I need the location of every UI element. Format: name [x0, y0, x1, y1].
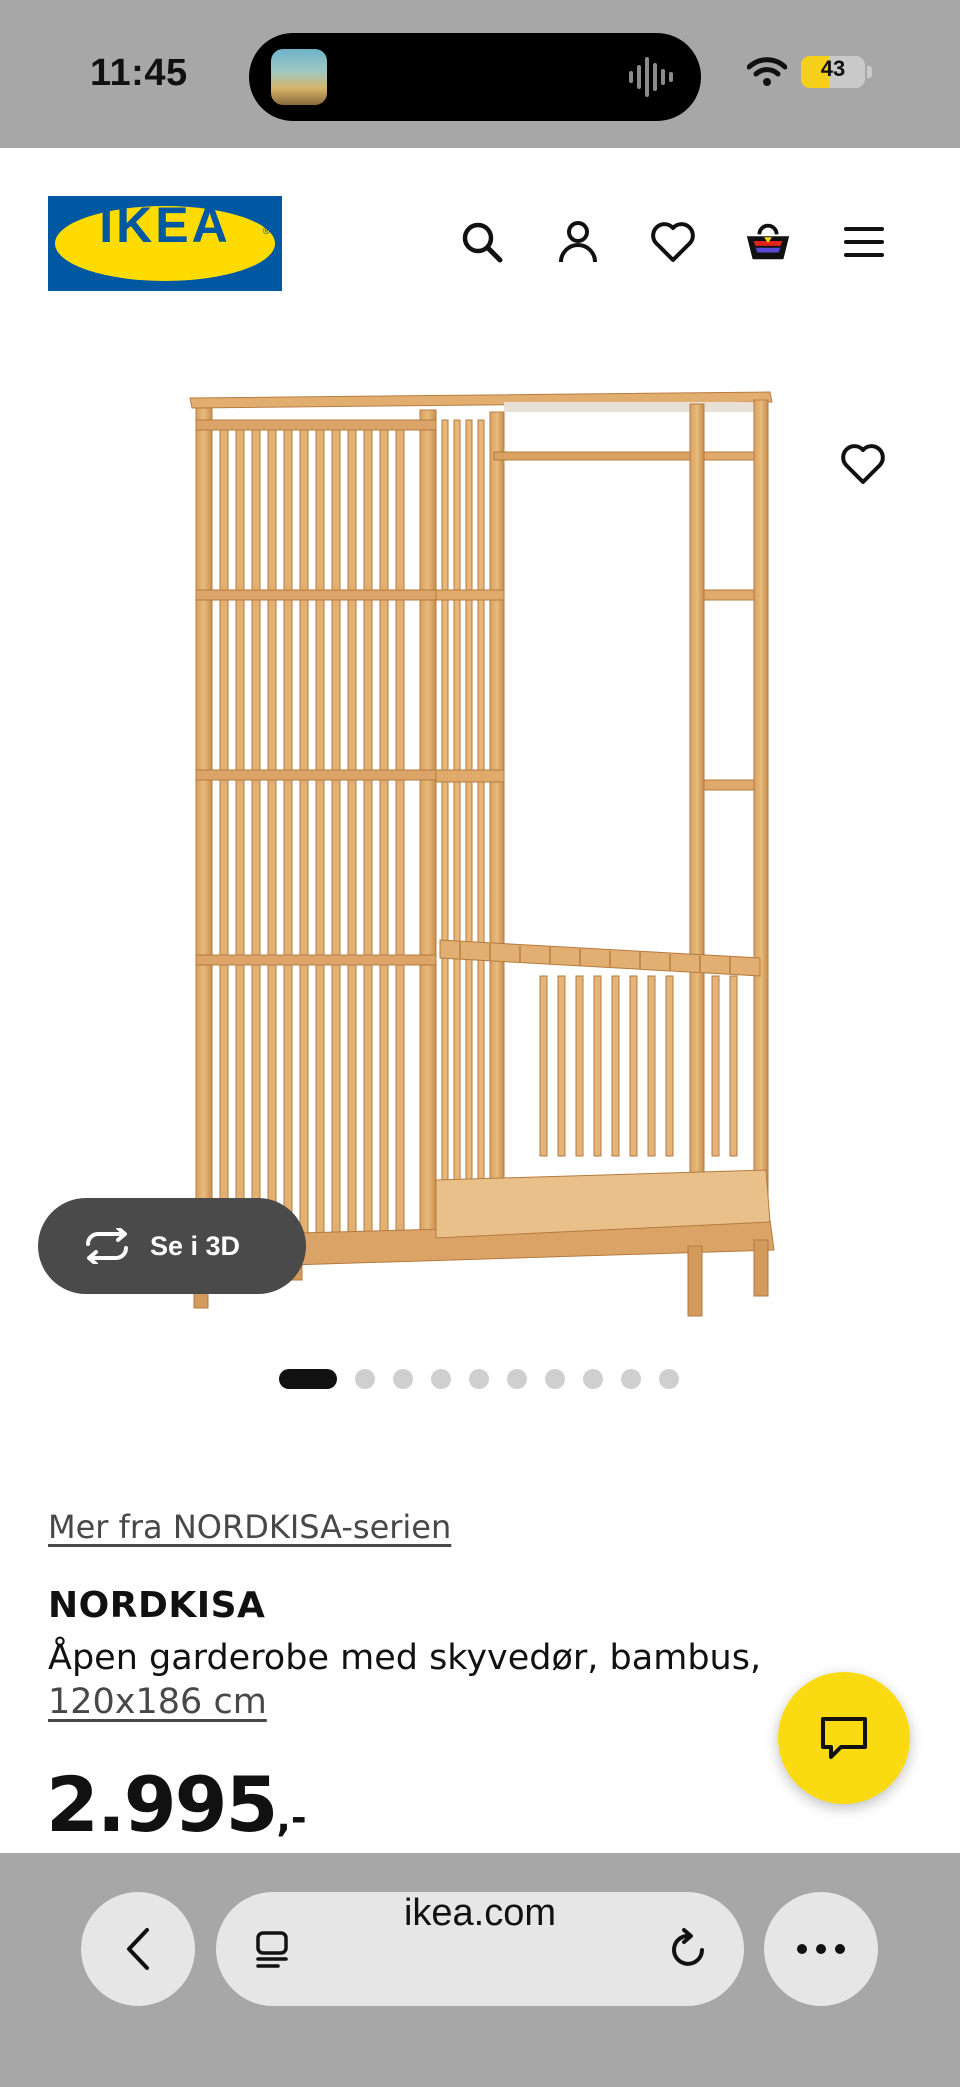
- back-icon: [127, 1928, 149, 1970]
- product-price: 2.995,-: [46, 1760, 307, 1849]
- status-bar: 11:45 43: [0, 0, 960, 148]
- price-suffix: ,-: [276, 1796, 307, 1840]
- product-image[interactable]: [170, 380, 790, 1320]
- address-bar[interactable]: ikea.com: [216, 1892, 744, 2006]
- gallery-pagination: [279, 1369, 679, 1389]
- product-description: Åpen garderobe med skyvedør, bambus,: [48, 1638, 762, 1678]
- search-icon[interactable]: [458, 218, 506, 266]
- basket-icon[interactable]: [744, 218, 792, 266]
- series-link[interactable]: Mer fra NORDKISA-serien: [48, 1508, 451, 1546]
- account-icon[interactable]: [554, 218, 602, 266]
- registered-mark: ®: [262, 226, 270, 237]
- product-name: NORDKISA: [48, 1585, 266, 1626]
- more-icon: [797, 1944, 845, 1954]
- pagination-dot[interactable]: [659, 1369, 679, 1389]
- logo-text: IKEA: [99, 197, 231, 253]
- pagination-dot[interactable]: [507, 1369, 527, 1389]
- status-time: 11:45: [90, 52, 188, 94]
- chat-icon: [821, 1717, 867, 1759]
- price-main: 2.995: [46, 1760, 278, 1849]
- view-in-3d-button[interactable]: Se i 3D: [38, 1198, 306, 1294]
- product-size-link[interactable]: 120x186 cm: [48, 1682, 267, 1722]
- ikea-logo[interactable]: IKEA ®: [48, 196, 282, 291]
- favourites-icon[interactable]: [649, 218, 697, 266]
- audio-waveform-icon: [629, 57, 673, 97]
- pagination-dot[interactable]: [545, 1369, 565, 1389]
- rotate-3d-icon: [86, 1228, 128, 1264]
- battery-level: 43: [820, 56, 846, 81]
- wifi-icon: [747, 57, 787, 86]
- back-button[interactable]: [81, 1892, 195, 2006]
- now-playing-thumbnail: [271, 49, 327, 105]
- battery-indicator: 43: [801, 56, 865, 88]
- pagination-dot-active[interactable]: [279, 1369, 337, 1389]
- url-text: ikea.com: [403, 1892, 557, 1934]
- menu-icon[interactable]: [840, 218, 888, 266]
- pagination-dot[interactable]: [355, 1369, 375, 1389]
- chat-button[interactable]: [778, 1672, 910, 1804]
- reload-icon[interactable]: [668, 1928, 710, 1970]
- pagination-dot[interactable]: [583, 1369, 603, 1389]
- pagination-dot[interactable]: [393, 1369, 413, 1389]
- status-indicators: 43: [747, 56, 872, 88]
- dynamic-island[interactable]: [249, 33, 701, 121]
- product-favourite-icon[interactable]: [840, 442, 888, 490]
- pagination-dot[interactable]: [431, 1369, 451, 1389]
- more-button[interactable]: [764, 1892, 878, 2006]
- pagination-dot[interactable]: [621, 1369, 641, 1389]
- view-in-3d-label: Se i 3D: [150, 1230, 241, 1261]
- pagination-dot[interactable]: [469, 1369, 489, 1389]
- battery-tip: [867, 66, 872, 78]
